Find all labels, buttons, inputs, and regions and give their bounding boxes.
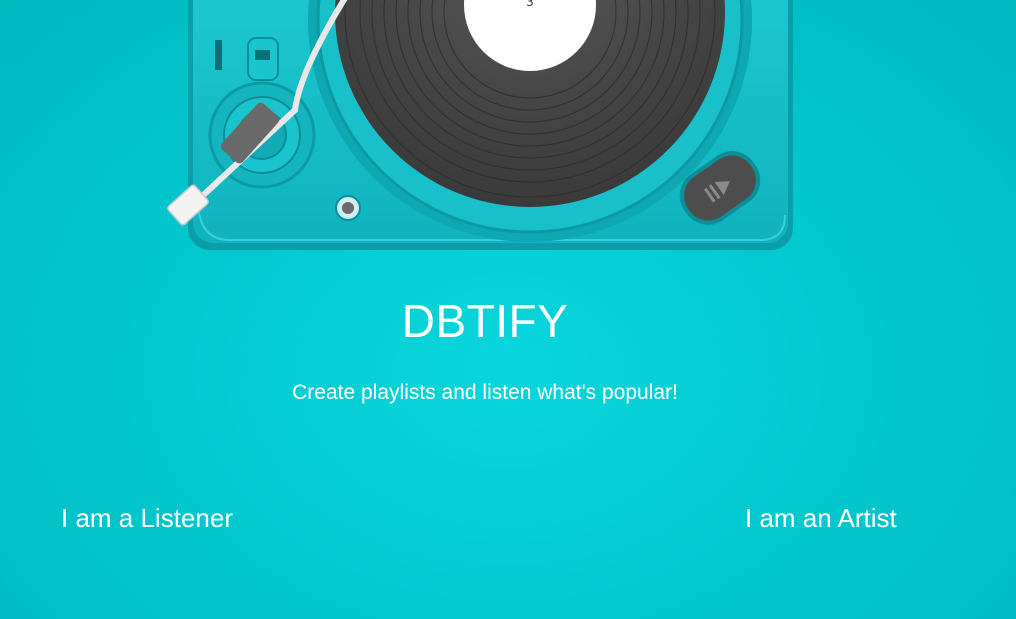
listener-role-link[interactable]: I am a Listener xyxy=(61,503,233,534)
app-title: DBTIFY xyxy=(401,295,569,347)
artist-role-link[interactable]: I am an Artist xyxy=(745,503,897,534)
tagline: Create playlists and listen what's popul… xyxy=(292,381,678,404)
speed-knob-icon xyxy=(335,195,361,221)
record-label-number: 3 xyxy=(526,0,534,9)
turntable-illustration: 3 xyxy=(167,0,793,250)
